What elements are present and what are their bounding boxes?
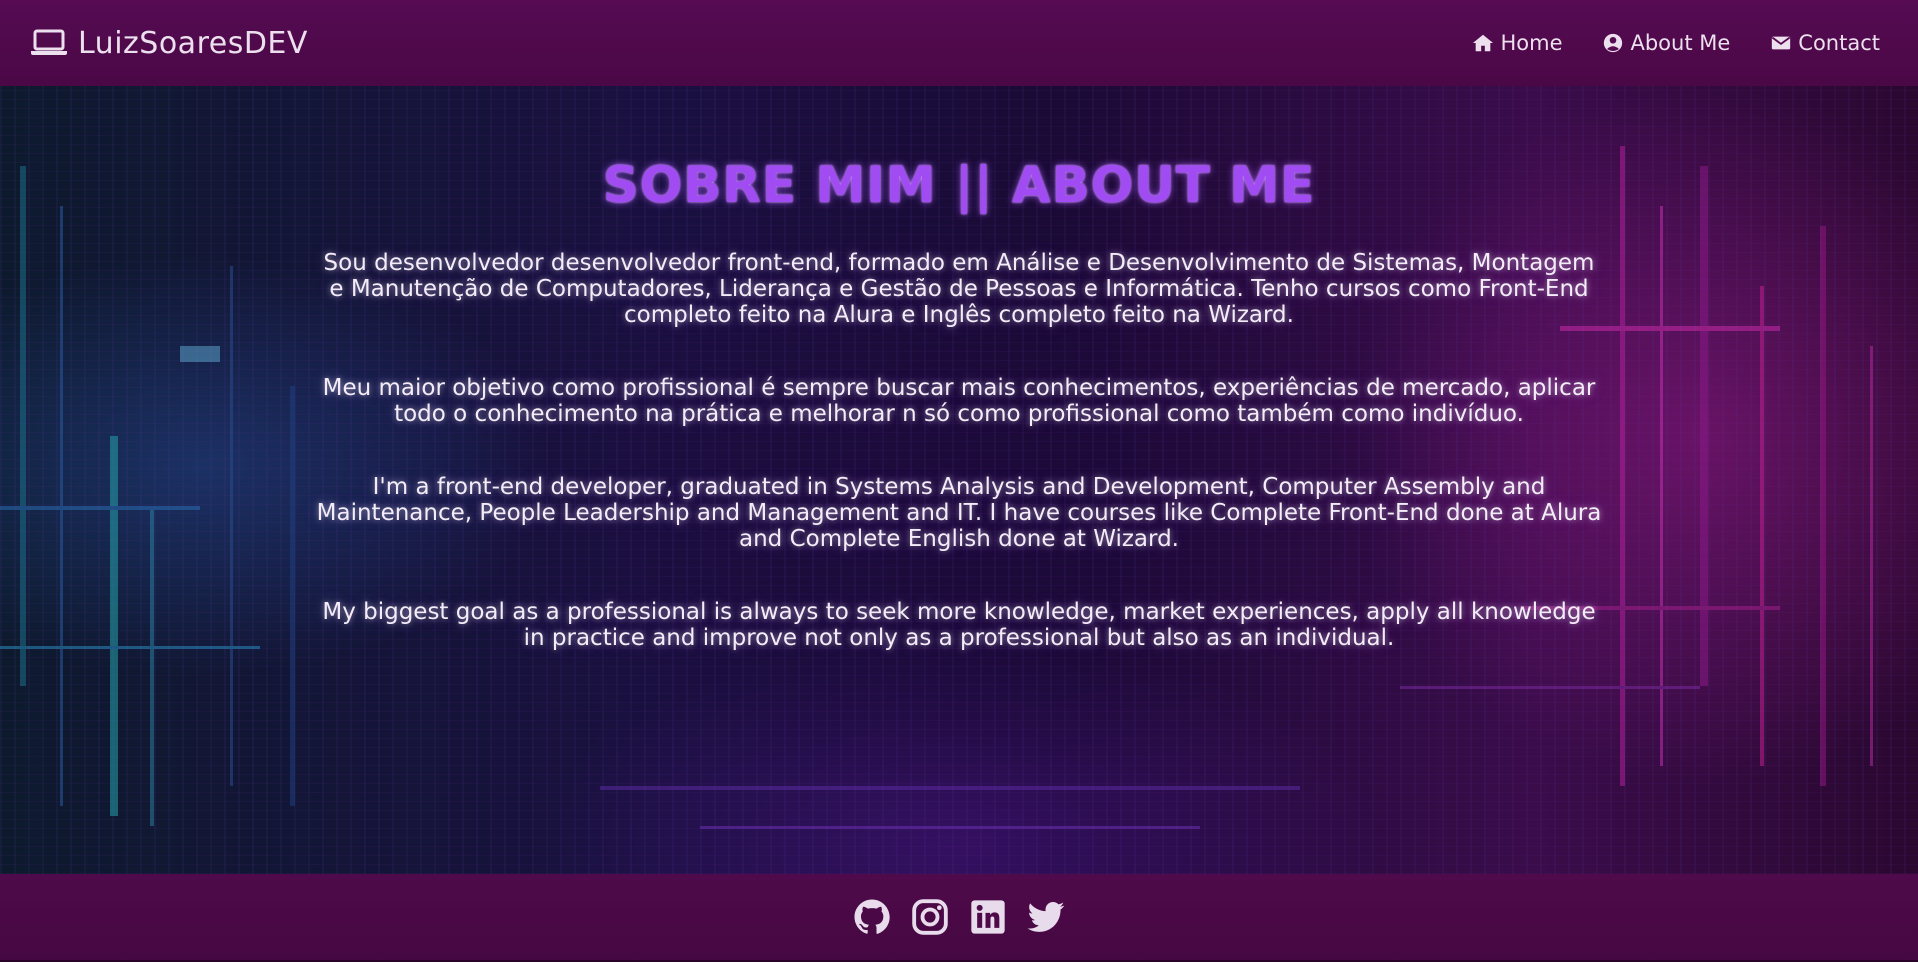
navbar: LuizSoaresDEV Home About Me Contact [0,0,1918,86]
twitter-link[interactable] [1026,897,1066,937]
laptop-icon [31,29,67,55]
user-circle-icon [1604,33,1623,53]
nav-links: Home About Me Contact [1472,31,1888,55]
twitter-icon [1027,902,1065,932]
page: LuizSoaresDEV Home About Me Contact SOBR… [0,0,1918,962]
instagram-icon [912,899,948,935]
about-paragraph-pt-1: Sou desenvolvedor desenvolvedor front-en… [323,250,1595,328]
nav-link-label: About Me [1630,31,1731,55]
about-paragraph-pt-2: Meu maior objetivo como profissional é s… [322,375,1596,427]
nav-link-contact[interactable]: Contact [1770,31,1880,55]
github-icon [854,899,890,934]
footer [0,874,1918,962]
nav-link-label: Contact [1798,31,1880,55]
nav-link-about[interactable]: About Me [1602,31,1730,55]
about-content: SOBRE MIM || ABOUT ME Sou desenvolvedor … [0,86,1918,651]
home-icon [1473,34,1494,52]
about-section: SOBRE MIM || ABOUT ME Sou desenvolvedor … [0,86,1918,874]
nav-link-label: Home [1500,31,1563,55]
instagram-link[interactable] [910,897,950,937]
github-link[interactable] [852,897,892,937]
nav-link-home[interactable]: Home [1472,31,1562,55]
linkedin-icon [971,900,1005,934]
envelope-icon [1772,36,1791,50]
linkedin-link[interactable] [968,897,1008,937]
page-title: SOBRE MIM || ABOUT ME [602,156,1316,214]
about-paragraph-en-1: I'm a front-end developer, graduated in … [316,474,1602,552]
brand-link[interactable]: LuizSoaresDEV [30,26,308,61]
about-paragraph-en-2: My biggest goal as a professional is alw… [322,599,1596,651]
brand-name: LuizSoaresDEV [78,25,308,61]
